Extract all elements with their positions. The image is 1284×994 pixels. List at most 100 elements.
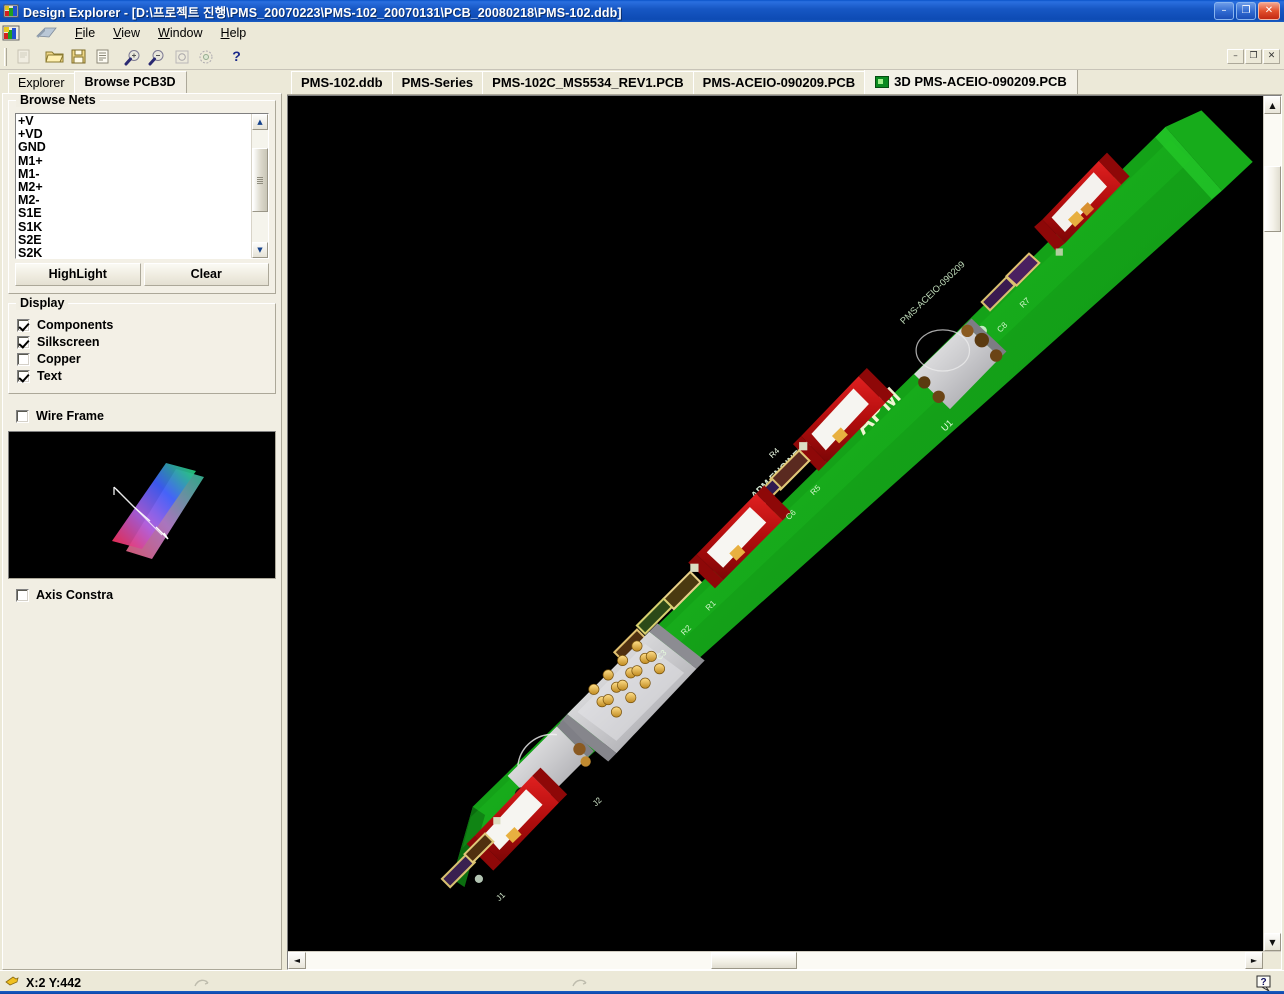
status-coordinates-cell: X:2 Y:442: [4, 974, 81, 991]
list-item[interactable]: M2-: [18, 194, 251, 207]
checkbox-icon[interactable]: [16, 409, 29, 423]
menu-help[interactable]: Help: [212, 24, 256, 42]
vertical-scroll-track[interactable]: [1264, 114, 1281, 933]
status-indicator-1: [193, 976, 211, 990]
checkbox-axis-constrain[interactable]: Axis Constra: [16, 588, 276, 602]
checkbox-icon[interactable]: [16, 588, 29, 602]
net-list[interactable]: +V +VD GND M1+ M1- M2+ M2- S1E S1K S2E S…: [16, 114, 251, 258]
horizontal-scroll-track[interactable]: [306, 952, 1245, 969]
toolbar-grip[interactable]: [4, 47, 7, 66]
checkbox-icon[interactable]: [17, 352, 30, 366]
document-area: PMS-102.ddb PMS-Series PMS-102C_MS5534_R…: [287, 70, 1282, 970]
open-folder-icon[interactable]: [43, 46, 66, 68]
tab-pms-102c-ms5534-rev1-pcb[interactable]: PMS-102C_MS5534_REV1.PCB: [482, 71, 694, 94]
title-bar: Design Explorer - [D:\프로젝트 진행\PMS_200702…: [0, 0, 1284, 22]
list-item[interactable]: +V: [18, 114, 251, 128]
horizontal-scroll-thumb[interactable]: [711, 952, 797, 969]
list-item[interactable]: M2+: [18, 180, 251, 194]
document-icon: [36, 25, 58, 41]
close-button[interactable]: ✕: [1258, 2, 1280, 20]
net-list-scrollbar[interactable]: ▲ ▼: [251, 114, 268, 258]
display-title: Display: [16, 296, 69, 310]
browse-nets-title: Browse Nets: [16, 94, 100, 107]
browse-pcb3d-panel: Browse Nets +V +VD GND M1+ M1- M2+ M2- S…: [2, 93, 282, 970]
zoom-window-icon[interactable]: [170, 46, 193, 68]
main-toolbar: ? – ❐ ✕: [0, 44, 1284, 70]
question-balloon-icon[interactable]: ?: [1256, 975, 1272, 991]
checkbox-components[interactable]: Components: [17, 318, 269, 332]
pcb-3d-viewport[interactable]: APM APM ENGINEERING CO.,LTD PMS-ACEIO-09…: [288, 96, 1263, 951]
vertical-scroll-thumb[interactable]: [1264, 166, 1281, 232]
zoom-all-icon[interactable]: [194, 46, 217, 68]
help-icon[interactable]: ?: [225, 46, 248, 68]
checkbox-icon[interactable]: [17, 318, 30, 332]
new-document-icon[interactable]: [12, 46, 35, 68]
tab-pms-aceio-090209-pcb[interactable]: PMS-ACEIO-090209.PCB: [692, 71, 866, 94]
menu-file[interactable]: FFileile: [66, 24, 104, 42]
design-explorer-icon: [3, 3, 19, 19]
viewport-vertical-scrollbar[interactable]: ▲ ▼: [1263, 96, 1281, 951]
tab-label: PMS-102C_MS5534_REV1.PCB: [492, 75, 684, 90]
tab-label: PMS-ACEIO-090209.PCB: [702, 75, 856, 90]
list-item[interactable]: +VD: [18, 128, 251, 141]
window-title: Design Explorer - [D:\프로젝트 진행\PMS_200702…: [23, 5, 622, 20]
list-item[interactable]: S1E: [18, 207, 251, 220]
net-action-buttons: HighLight Clear: [15, 263, 269, 286]
checkbox-icon[interactable]: [17, 335, 30, 349]
menu-window[interactable]: Window: [149, 24, 211, 42]
zoom-in-icon[interactable]: [122, 46, 145, 68]
list-item[interactable]: M1-: [18, 167, 251, 181]
list-item[interactable]: GND: [18, 141, 251, 154]
checkbox-icon[interactable]: [17, 369, 30, 383]
checkbox-silkscreen[interactable]: Silkscreen: [17, 335, 269, 349]
menu-view[interactable]: View: [104, 24, 149, 42]
zoom-out-icon[interactable]: [146, 46, 169, 68]
maximize-button[interactable]: ❐: [1236, 2, 1256, 20]
main-body: Explorer Browse PCB3D Browse Nets +V +VD…: [0, 70, 1284, 970]
hand-pointer-icon: [4, 974, 20, 991]
mdi-close-button[interactable]: ✕: [1263, 49, 1280, 64]
checkbox-copper[interactable]: Copper: [17, 352, 269, 366]
scroll-down-icon[interactable]: ▼: [1264, 933, 1281, 951]
save-icon[interactable]: [67, 46, 90, 68]
panel-tabstrip: Explorer Browse PCB3D: [2, 71, 282, 93]
tab-browse-pcb3d[interactable]: Browse PCB3D: [73, 71, 187, 93]
net-scroll-track[interactable]: [252, 130, 268, 242]
scroll-up-icon[interactable]: ▲: [1264, 96, 1281, 114]
viewport-row: APM APM ENGINEERING CO.,LTD PMS-ACEIO-09…: [288, 96, 1281, 951]
list-item[interactable]: S1K: [18, 220, 251, 234]
minimize-button[interactable]: –: [1214, 2, 1234, 20]
scroll-up-icon[interactable]: ▲: [252, 114, 268, 130]
window-controls: – ❐ ✕: [1214, 2, 1282, 20]
scroll-down-icon[interactable]: ▼: [252, 242, 268, 258]
orientation-gizmo-preview[interactable]: [8, 431, 276, 579]
tab-explorer[interactable]: Explorer: [8, 73, 75, 93]
tab-pms-102-ddb[interactable]: PMS-102.ddb: [291, 71, 393, 94]
list-item[interactable]: S2K: [18, 246, 251, 258]
status-bar: X:2 Y:442 ?: [0, 970, 1284, 994]
pcb3d-icon: [875, 75, 890, 88]
checkbox-label: Components: [37, 318, 114, 332]
scroll-right-icon[interactable]: ►: [1245, 952, 1263, 969]
status-indicator-2: [571, 976, 589, 990]
viewport-horizontal-scrollbar[interactable]: ◄ ►: [288, 951, 1281, 969]
tab-3d-pms-aceio-090209-pcb[interactable]: 3D PMS-ACEIO-090209.PCB: [864, 70, 1078, 94]
tab-pms-series[interactable]: PMS-Series: [391, 71, 484, 94]
net-list-box[interactable]: +V +VD GND M1+ M1- M2+ M2- S1E S1K S2E S…: [15, 113, 269, 259]
tab-label: PMS-102.ddb: [301, 75, 383, 90]
list-item[interactable]: M1+: [18, 154, 251, 168]
document-tabstrip: PMS-102.ddb PMS-Series PMS-102C_MS5534_R…: [287, 70, 1282, 95]
scroll-left-icon[interactable]: ◄: [288, 952, 306, 969]
print-preview-icon[interactable]: [91, 46, 114, 68]
highlight-button[interactable]: HighLight: [15, 263, 141, 286]
clear-button[interactable]: Clear: [143, 263, 269, 286]
checkbox-wire-frame[interactable]: Wire Frame: [16, 409, 276, 423]
checkbox-text[interactable]: Text: [17, 369, 269, 383]
tab-label: 3D PMS-ACEIO-090209.PCB: [894, 74, 1067, 89]
mdi-minimize-button[interactable]: –: [1227, 49, 1244, 64]
mdi-restore-button[interactable]: ❐: [1245, 49, 1262, 64]
cursor-coordinates: X:2 Y:442: [26, 975, 82, 990]
list-item[interactable]: S2E: [18, 233, 251, 247]
net-scroll-thumb[interactable]: [252, 148, 268, 212]
application-window: Design Explorer - [D:\프로젝트 진행\PMS_200702…: [0, 0, 1284, 994]
